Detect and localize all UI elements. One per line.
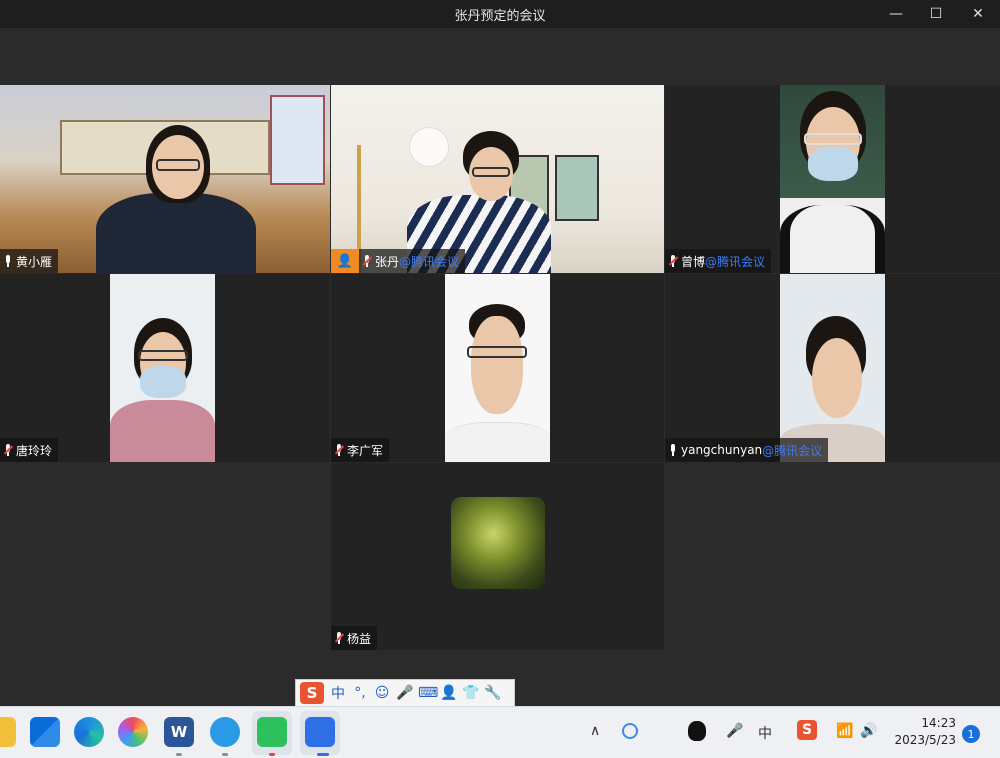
host-badge-icon: 👤 [331, 249, 359, 273]
participant-suffix: @腾讯会议 [705, 254, 766, 269]
window-titlebar: 张丹预定的会议 — ☐ ✕ [0, 0, 1000, 28]
edge-icon[interactable] [74, 717, 104, 747]
system-clock[interactable]: 14:23 2023/5/23 [894, 715, 956, 749]
participant-tile[interactable]: 曾博 @腾讯会议 [665, 85, 1000, 273]
face-mask [140, 366, 186, 398]
minimize-icon: — [889, 6, 903, 22]
microphone-muted-icon [334, 444, 345, 456]
participant-suffix: @腾讯会议 [399, 254, 460, 269]
participant-name: 张丹 [375, 254, 400, 269]
participant-name: 曾博 [681, 254, 706, 269]
participant-video [110, 274, 215, 462]
keyboard-icon[interactable]: ⌨ [418, 685, 438, 701]
store-icon[interactable] [30, 717, 60, 747]
emoji-icon[interactable]: ☺ [374, 685, 390, 701]
microphone-muted-icon [668, 255, 679, 267]
person-glasses [472, 167, 510, 177]
volume-icon[interactable]: 🔊 [860, 723, 877, 739]
person-body [780, 205, 885, 273]
microphone-icon [4, 255, 12, 267]
taskbar: W ∧ 🎤 中 S 📶 🔊 14:23 2023/5/23 1 [0, 706, 1000, 758]
participant-tile[interactable]: 黄小雁 [0, 85, 330, 273]
participant-avatar [451, 497, 545, 589]
user-icon[interactable]: 👤 [440, 685, 457, 701]
meeting-icon[interactable] [305, 717, 335, 747]
maximize-button[interactable]: ☐ [918, 2, 954, 26]
clock-date: 2023/5/23 [894, 733, 956, 747]
person-body [110, 400, 215, 462]
participant-name: 唐玲玲 [16, 443, 53, 458]
participant-name: 杨益 [347, 631, 372, 646]
video-grid: 黄小雁 👤 张丹 @腾讯会议 曾博 @腾讯会议 唐玲玲 李广军 yangchun… [0, 28, 1000, 706]
running-indicator [269, 753, 275, 756]
person-body [96, 193, 256, 273]
participant-video [780, 274, 885, 462]
participant-name: 黄小雁 [16, 254, 53, 269]
participant-nameplate: 黄小雁 [0, 249, 59, 273]
participant-tile[interactable]: 杨益 [331, 463, 664, 650]
participant-tile[interactable]: yangchunyan @腾讯会议 [665, 274, 1000, 462]
close-button[interactable]: ✕ [960, 2, 996, 26]
input-method-indicator[interactable]: 中 [758, 723, 772, 743]
participant-name: 李广军 [347, 443, 384, 458]
running-indicator [222, 753, 228, 756]
voice-input-icon[interactable]: 🎤 [396, 685, 413, 701]
participant-video [445, 274, 550, 462]
notification-badge[interactable]: 1 [962, 725, 980, 743]
participant-nameplate: 曾博 @腾讯会议 [665, 249, 772, 273]
classroom-window [270, 95, 325, 185]
clock-time: 14:23 [921, 716, 956, 730]
photos-icon[interactable] [118, 717, 148, 747]
ime-toolbar: S 中 °, ☺ 🎤 ⌨ 👤 👕 🔧 [295, 679, 515, 707]
person-glasses [804, 133, 862, 145]
running-indicator [176, 753, 182, 756]
word-icon[interactable]: W [164, 717, 194, 747]
show-hidden-icons-button[interactable]: ∧ [590, 723, 600, 739]
microphone-icon [669, 444, 677, 456]
participant-video [331, 85, 664, 273]
participant-nameplate: 杨益 [331, 626, 378, 650]
face-mask [808, 147, 858, 181]
running-indicator [317, 753, 329, 756]
microphone-muted-icon [334, 632, 345, 644]
skin-icon[interactable]: 👕 [462, 685, 479, 701]
person-glasses [467, 346, 527, 358]
participant-suffix: @腾讯会议 [762, 443, 823, 458]
person-body [445, 422, 550, 462]
microphone-tray-icon[interactable]: 🎤 [726, 723, 743, 739]
lamp-shade [409, 127, 449, 167]
participant-nameplate: 唐玲玲 [0, 438, 59, 462]
folder-icon[interactable] [0, 717, 16, 747]
tools-icon[interactable]: 🔧 [484, 685, 501, 701]
participant-video [780, 85, 885, 273]
wifi-icon[interactable]: 📶 [836, 723, 853, 739]
qq-icon[interactable] [688, 721, 706, 741]
person-glasses [138, 350, 188, 361]
wechat-icon[interactable] [257, 717, 287, 747]
microphone-muted-icon [3, 444, 14, 456]
person-face [471, 316, 523, 414]
sogou-tray-icon[interactable]: S [797, 720, 817, 740]
participant-video [0, 85, 330, 273]
maximize-icon: ☐ [929, 6, 943, 22]
sync-icon[interactable] [622, 723, 638, 739]
minimize-button[interactable]: — [878, 2, 914, 26]
participant-nameplate: 李广军 [331, 438, 390, 462]
sogou-logo-icon[interactable]: S [300, 682, 324, 704]
ime-mode-toggle[interactable]: 中 [330, 683, 346, 703]
participant-name: yangchunyan [681, 443, 763, 457]
window-title: 张丹预定的会议 [454, 9, 546, 24]
person-face [812, 338, 862, 418]
participant-tile[interactable]: 李广军 [331, 274, 664, 462]
close-icon: ✕ [972, 6, 984, 22]
chat-icon[interactable] [210, 717, 240, 747]
person-glasses [156, 159, 200, 171]
punctuation-toggle[interactable]: °, [352, 685, 368, 701]
wall-painting [555, 155, 599, 221]
microphone-muted-icon [362, 255, 373, 267]
participant-tile[interactable]: 👤 张丹 @腾讯会议 [331, 85, 664, 273]
participant-tile[interactable]: 唐玲玲 [0, 274, 330, 462]
participant-nameplate: yangchunyan @腾讯会议 [665, 438, 829, 462]
participant-nameplate: 张丹 @腾讯会议 [359, 249, 466, 273]
